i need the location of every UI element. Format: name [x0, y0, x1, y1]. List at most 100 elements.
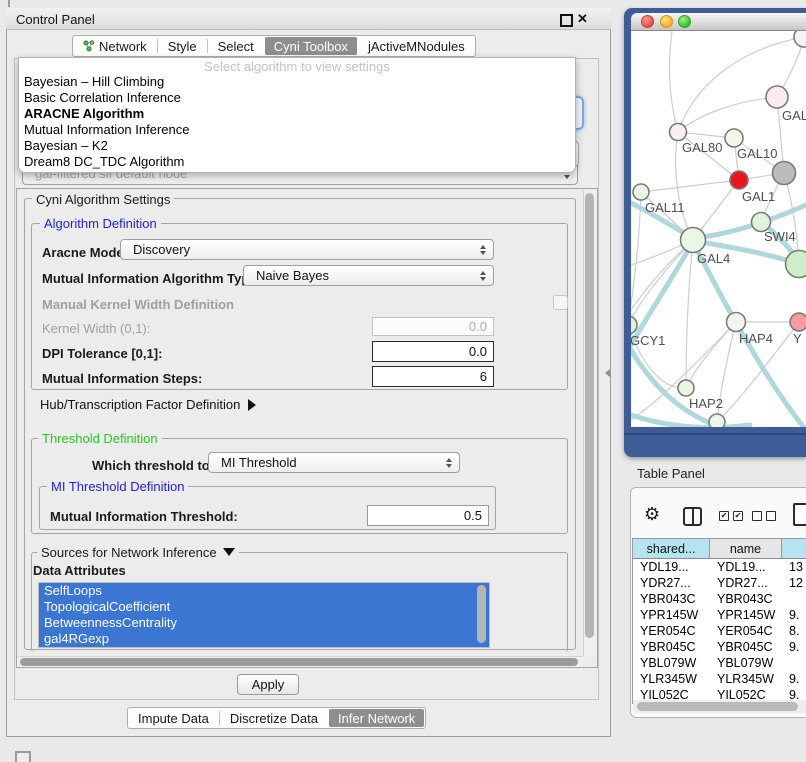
network-node-y-partial[interactable] — [790, 313, 806, 331]
network-node-gray-node[interactable] — [773, 162, 796, 185]
table-cell[interactable]: YBL079W — [710, 655, 782, 671]
document-icon[interactable] — [793, 503, 806, 526]
network-node-gal1[interactable] — [730, 171, 748, 189]
mi-steps-field[interactable]: 6 — [372, 366, 494, 387]
column-header-2[interactable] — [782, 538, 806, 559]
network-node-label: GAL10 — [737, 146, 777, 161]
table-cell[interactable]: YBR043C — [633, 591, 710, 607]
columns-icon[interactable] — [683, 507, 702, 526]
kernel-width-field[interactable]: 0.0 — [372, 317, 494, 336]
tab-network[interactable]: Network — [73, 36, 157, 56]
table-panel-title: Table Panel — [637, 466, 705, 481]
network-node-bottom-partial[interactable] — [709, 414, 725, 427]
network-node-gal80[interactable] — [670, 124, 687, 141]
float-panel-icon[interactable] — [560, 14, 573, 27]
table-cell[interactable]: YER054C — [710, 623, 782, 639]
tab-select-label: Select — [218, 39, 254, 54]
bottom-tab-infer-network[interactable]: Infer Network — [329, 709, 424, 727]
attribute-item-betweennesscentrality[interactable]: BetweennessCentrality — [39, 615, 489, 631]
minimize-traffic-light-icon[interactable] — [660, 15, 673, 28]
bottom-tab-infer-network-label: Infer Network — [338, 711, 415, 726]
network-node-hap2[interactable] — [678, 380, 694, 396]
sources-title[interactable]: Sources for Network Inference — [37, 545, 239, 560]
bottom-tab-impute-data[interactable]: Impute Data — [128, 708, 219, 728]
table-cell[interactable]: YPR145W — [633, 607, 710, 623]
dpi-tolerance-field[interactable]: 0.0 — [372, 341, 494, 362]
table-cell[interactable]: YER054C — [633, 623, 710, 639]
attribute-item-topologicalcoefficient[interactable]: TopologicalCoefficient — [39, 599, 489, 615]
network-node-label: SWI4 — [764, 229, 796, 244]
table-cell[interactable]: YLR345W — [710, 671, 782, 687]
table-cell[interactable]: YBL079W — [633, 655, 710, 671]
tab-jactivemnodules[interactable]: jActiveMNodules — [358, 36, 475, 56]
apply-button[interactable]: Apply — [237, 674, 299, 695]
network-node-gal10[interactable] — [725, 129, 743, 147]
column-header-shared[interactable]: shared... — [633, 538, 710, 559]
table-cell[interactable]: 13 — [782, 559, 806, 575]
attributes-scrollbar-thumb[interactable] — [477, 585, 486, 643]
close-icon[interactable]: ✕ — [577, 11, 588, 27]
network-node-label: GCY1 — [631, 333, 665, 348]
table-cell[interactable]: YBR045C — [633, 639, 710, 655]
algorithm-option-basic-correlation-inference[interactable]: Basic Correlation Inference — [19, 90, 575, 106]
which-threshold-combobox[interactable]: MI Threshold — [208, 452, 460, 473]
dpi-tolerance-label: DPI Tolerance [0,1]: — [42, 346, 162, 361]
table-cell[interactable]: 9. — [782, 639, 806, 655]
table-cell[interactable]: YDL19... — [633, 559, 710, 575]
zoom-traffic-light-icon[interactable] — [678, 15, 691, 28]
split-pane-arrow-icon[interactable] — [605, 369, 610, 377]
gear-icon[interactable]: ⚙ — [644, 505, 660, 523]
mi-threshold-field[interactable]: 0.5 — [367, 505, 489, 526]
algorithm-option-bayesian-k2[interactable]: Bayesian – K2 — [19, 138, 575, 154]
network-node-gal4[interactable] — [681, 228, 706, 253]
table-cell[interactable]: 12 — [782, 575, 806, 591]
algorithm-option-bayesian-hill-climbing[interactable]: Bayesian – Hill Climbing — [19, 74, 575, 90]
network-canvas[interactable]: GALGAL80GAL10GAL1GAL11SWI4GAL4GCY1HAP4YH… — [631, 31, 806, 427]
attribute-item-gal4rgexp[interactable]: gal4RGexp — [39, 631, 489, 647]
table-scrollbar-thumb[interactable] — [637, 702, 798, 711]
bottom-tab-discretize-data[interactable]: Discretize Data — [220, 708, 328, 728]
hub-definition-expander[interactable]: Hub/Transcription Factor Definition — [40, 397, 256, 412]
unchecked-boxes-icon[interactable] — [752, 511, 776, 521]
network-node-top-partial[interactable] — [794, 31, 806, 47]
table-cell[interactable]: YDL19... — [710, 559, 782, 575]
network-graph: GALGAL80GAL10GAL1GAL11SWI4GAL4GCY1HAP4YH… — [631, 31, 806, 427]
table-cell[interactable]: YLR345W — [633, 671, 710, 687]
vertical-scrollbar-thumb[interactable] — [585, 193, 594, 638]
tab-jactivemnodules-label: jActiveMNodules — [368, 39, 465, 54]
attribute-item-selfloops[interactable]: SelfLoops — [39, 583, 489, 599]
network-node-hap4[interactable] — [727, 313, 746, 332]
combo-arrows-icon — [446, 458, 452, 468]
aracne-mode-combobox[interactable]: Discovery — [120, 239, 494, 260]
network-node-gal11[interactable] — [633, 184, 649, 200]
checked-boxes-icon[interactable]: ✔✔ — [719, 511, 743, 521]
table-cell[interactable]: 8. — [782, 623, 806, 639]
network-view-titlebar[interactable] — [631, 13, 806, 31]
horizontal-scrollbar-thumb[interactable] — [20, 658, 578, 666]
aracne-mode-label: Aracne Mode: — [42, 245, 128, 260]
table-cell[interactable] — [782, 591, 806, 607]
table-cell[interactable] — [782, 655, 806, 671]
mi-type-combobox[interactable]: Naive Bayes — [243, 265, 494, 286]
network-node-gal-top[interactable] — [766, 86, 788, 108]
table-cell[interactable]: YBR045C — [710, 639, 782, 655]
network-node-big-green[interactable] — [786, 251, 806, 278]
network-node-label: Y — [793, 331, 802, 346]
table-cell[interactable]: YDR27... — [633, 575, 710, 591]
algorithm-option-aracne-algorithm[interactable]: ARACNE Algorithm — [19, 106, 575, 122]
tab-cyni-toolbox[interactable]: Cyni Toolbox — [265, 37, 357, 55]
network-edge — [641, 180, 739, 192]
table-cell[interactable]: 9. — [782, 671, 806, 687]
minimized-panel-icon[interactable] — [15, 751, 31, 762]
table-cell[interactable]: YBR043C — [710, 591, 782, 607]
table-cell[interactable]: 9. — [782, 607, 806, 623]
tab-style[interactable]: Style — [158, 36, 207, 56]
table-cell[interactable]: YPR145W — [710, 607, 782, 623]
tab-select[interactable]: Select — [208, 36, 264, 56]
column-header-name[interactable]: name — [710, 538, 782, 559]
table-cell[interactable]: YDR27... — [710, 575, 782, 591]
algorithm-option-dream8-dc-tdc-algorithm[interactable]: Dream8 DC_TDC Algorithm — [19, 154, 575, 170]
close-traffic-light-icon[interactable] — [641, 15, 654, 28]
algorithm-option-mutual-information-inference[interactable]: Mutual Information Inference — [19, 122, 575, 138]
manual-kernel-checkbox[interactable] — [553, 295, 568, 310]
